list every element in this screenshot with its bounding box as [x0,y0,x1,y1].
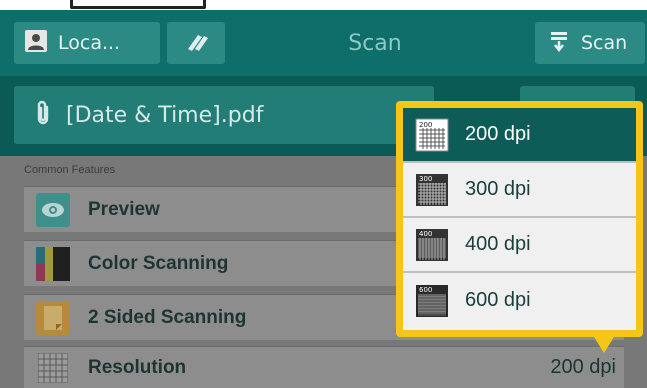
resolution-options: 200 200 dpi 300 300 dpi 400 400 dpi 600 … [403,108,636,330]
option-label: 300 dpi [465,178,531,200]
option-label: 600 dpi [465,289,531,311]
local-storage-label: Loca... [58,32,121,54]
feature-label: 2 Sided Scanning [88,306,247,328]
scan-button-label: Scan [581,32,628,54]
scanner-icon [547,29,571,57]
top-cropped-area [0,0,647,10]
cropped-frame [70,0,206,9]
two-sided-icon [36,300,70,335]
feature-row-resolution[interactable]: Resolution 200 dpi [24,346,624,388]
paperclip-icon [34,99,52,131]
resolution-400-icon: 400 [416,228,448,261]
local-storage-button[interactable]: Loca... [14,22,160,64]
option-label: 400 dpi [465,233,531,255]
file-name-text: [Date & Time].pdf [66,102,264,128]
user-folder-icon [24,29,48,57]
resolution-dropdown: 200 200 dpi 300 300 dpi 400 400 dpi 600 … [396,101,643,337]
resolution-grid-icon [36,351,70,385]
scan-toolbar: Loca... Scan Scan [0,10,647,76]
resolution-300-icon-text: 300 [419,175,432,183]
resolution-value: 200 dpi [550,356,616,378]
page-title: Scan [348,31,402,56]
resolution-600-icon-text: 600 [419,286,432,294]
resolution-200-icon: 200 [415,118,449,151]
resolution-400-icon-text: 400 [419,230,432,238]
feature-label: Preview [88,198,160,220]
dropdown-pointer [594,337,614,353]
eye-icon [36,192,70,227]
section-title: Common Features [24,164,116,176]
feature-label: Color Scanning [88,252,229,274]
scan-button[interactable]: Scan [535,22,645,64]
file-name-field[interactable]: [Date & Time].pdf [14,86,434,144]
color-palette-icon [36,246,70,281]
option-label: 200 dpi [465,123,531,145]
feature-label: Resolution [88,356,187,378]
resolution-600-icon: 600 [416,284,448,317]
tools-button[interactable] [167,22,225,64]
resolution-200-icon-text: 200 [419,121,432,129]
wrench-icon [182,29,210,57]
resolution-300-icon: 300 [416,173,448,206]
option-300-dpi[interactable]: 300 300 dpi [403,163,636,218]
option-400-dpi[interactable]: 400 400 dpi [403,218,636,273]
option-600-dpi[interactable]: 600 600 dpi [403,273,636,328]
option-200-dpi[interactable]: 200 200 dpi [403,108,636,163]
